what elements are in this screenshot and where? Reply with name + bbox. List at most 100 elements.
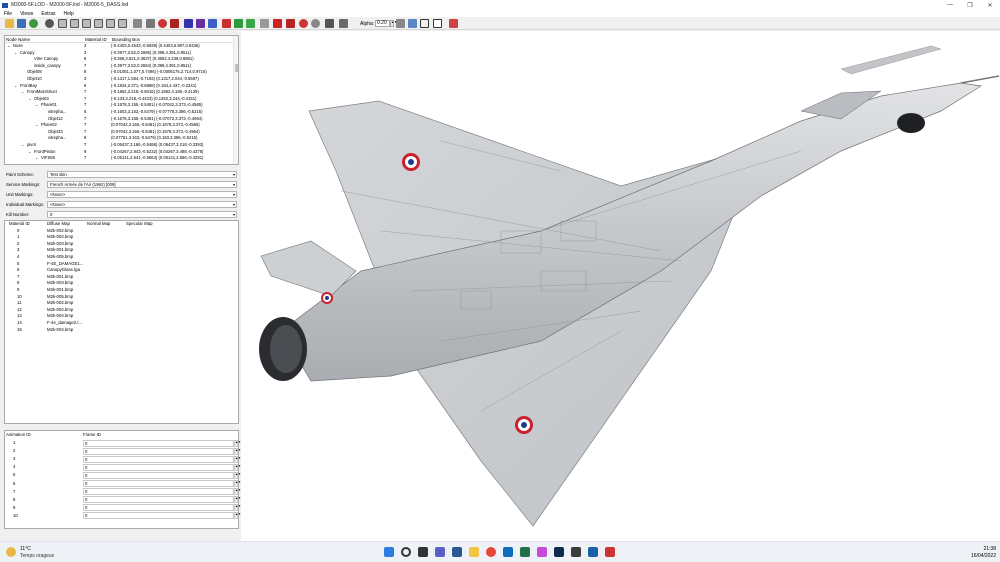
tree-node[interactable]: ⌄ VIFS55 7 (-0.05141,2.641,-0.5664) (0.0514… [5,155,238,162]
cube-left-icon[interactable] [82,19,91,28]
word-icon[interactable] [452,547,462,557]
box-icon[interactable] [433,19,442,28]
tree-node[interactable]: ⌄ Canopy 3 (-0.3977,3.52,0.2685) (0.398,4.3… [5,50,238,57]
tree-node[interactable]: Objet12 7 (-0.1678,3.155,-0.5481) (-0.0707… [5,116,238,123]
frame-id-input[interactable]: 0 [83,439,234,447]
lod-viewer-icon[interactable] [605,547,615,557]
start-icon[interactable] [384,547,394,557]
expand-toggle-icon[interactable]: ⌄ [14,50,17,57]
frame-id-input[interactable]: 0 [83,480,234,488]
clock-date[interactable]: 16/04/2022 [966,553,996,559]
material-row[interactable]: 9 M2k-001.bmp [5,287,238,294]
minimize-button[interactable]: — [940,0,960,10]
frame-id-input[interactable]: 0 [83,455,234,463]
alpha-spinner[interactable]: ▲▼ [390,20,397,27]
material-row[interactable]: 12 M2k-002.bmp [5,307,238,314]
texture-icon[interactable] [29,19,38,28]
frame-id-input[interactable]: 0 [83,471,234,479]
weather-icon[interactable] [6,547,16,557]
frame-id-input[interactable]: 0 [83,504,234,512]
blue-tex-icon[interactable] [208,19,217,28]
expand-toggle-icon[interactable]: ⌄ [35,155,38,162]
frame-id-input[interactable]: 0 [83,447,234,455]
expand-toggle-icon[interactable]: ⌄ [28,149,31,156]
chrome-icon[interactable] [486,547,496,557]
expand-toggle-icon[interactable]: ⌄ [35,102,38,109]
menu-help[interactable]: Help [63,11,73,17]
col-diffuse-map[interactable]: Diffuse Map [47,221,70,228]
tools-icon[interactable] [449,19,458,28]
frame-id-spinner[interactable]: ▲▼ [234,439,241,447]
col-node-name[interactable]: Node Name [5,36,84,42]
alpha-input[interactable]: 0.20 [375,20,390,27]
frame-id-spinner[interactable]: ▲▼ [234,455,241,463]
expand-toggle-icon[interactable]: ⌄ [7,43,10,50]
select-icon[interactable] [396,19,405,28]
teams-icon[interactable] [435,547,445,557]
individual-markings-select[interactable]: <None> ▾ [47,201,237,208]
outlook-icon[interactable] [503,547,513,557]
red-tri-icon[interactable] [286,19,295,28]
frame-id-spinner[interactable]: ▲▼ [234,488,241,496]
material-row[interactable]: 13 M2k-004.bmp [5,313,238,320]
tree-node[interactable]: inside_canopy 7 (-0.3977,3.52,0.2654) (0.3… [5,63,238,70]
tree-node[interactable]: vitrepha... 6 (-0.1603,3.163,-0.5479) (-0.… [5,109,238,116]
material-row[interactable]: 2 M2k-003.bmp [5,241,238,248]
material-row[interactable]: 7 M2k-001.bmp [5,274,238,281]
expand-toggle-icon[interactable]: ⌄ [35,122,38,129]
expand-toggle-icon[interactable]: ⌄ [14,83,17,90]
excel-icon[interactable] [520,547,530,557]
tree-node[interactable]: ⌄ pivot 7 (-0.06437,3.166,-0.5468) (0.06437… [5,142,238,149]
tree-node[interactable]: ⌄ FrontMainStruct 7 (-0.1862,3.218,-0.6015)… [5,89,238,96]
material-row[interactable]: 11 M2k-002.bmp [5,300,238,307]
frame-id-spinner[interactable]: ▲▼ [234,496,241,504]
red-green-icon[interactable] [222,19,231,28]
menu-file[interactable]: File [4,11,12,17]
red-shade-icon[interactable] [158,19,167,28]
cube-bottom-icon[interactable] [118,19,127,28]
frame-id-spinner[interactable]: ▲▼ [234,504,241,512]
solid-icon[interactable] [133,19,142,28]
frame-id-input[interactable]: 0 [83,463,234,471]
tree-node[interactable]: ⌄ Objet03 7 (-0.133,3.218,-0.4423) (0.1352,… [5,96,238,103]
menu-views[interactable]: Views [20,11,33,17]
col-specular-map[interactable]: Specular Map [126,221,153,228]
tree-scrollbar[interactable] [233,36,238,164]
material-row[interactable]: 3 M2k-001.bmp [5,247,238,254]
col-animation-id[interactable]: Animation ID [6,431,31,439]
wire-icon[interactable] [325,19,334,28]
grid-icon[interactable] [260,19,269,28]
material-row[interactable]: 8 M2k-003.bmp [5,280,238,287]
taskview-icon[interactable] [418,547,428,557]
save-icon[interactable] [17,19,26,28]
app-icon[interactable] [571,547,581,557]
frame-id-spinner[interactable]: ▲▼ [234,463,241,471]
tree-node[interactable]: vitrepha... 6 (0.07751,3.163,-0.5479) (0.1… [5,135,238,142]
kill-number-select[interactable]: 0 ▾ [47,211,237,218]
tree-node[interactable]: ⌄ Phare01 7 (-0.1678,3.155,-0.5481) (-0.070… [5,102,238,109]
tree-node[interactable]: ⌄ Nose 3 (-0.4403,0.4543,-0.6938) (0.4403,5… [5,43,238,50]
service-markings-select[interactable]: French Armée de l'Air (1962) [009] ▾ [47,181,237,188]
material-row[interactable]: 6 CanopyGlass.tga [5,267,238,274]
axis-icon[interactable] [420,19,429,28]
green-tex-icon[interactable] [234,19,243,28]
flat-icon[interactable] [146,19,155,28]
frame-id-spinner[interactable]: ▲▼ [234,512,241,520]
material-row[interactable]: 15 M2k-004.bmp [5,327,238,334]
frame-id-input[interactable]: 0 [83,512,234,520]
close-button[interactable]: ✕ [980,0,1000,10]
weather-temp[interactable]: 11°C [20,546,31,552]
material-row[interactable]: 5 F-4E_DAMAGE1... [5,261,238,268]
gray-cube-icon[interactable] [311,19,320,28]
app2-icon[interactable] [588,547,598,557]
purple-shade-icon[interactable] [196,19,205,28]
animation-table[interactable]: Animation ID Frame ID 1 0 ▲▼ 2 0 ▲▼ 3 0 ▲▼ 4 0 ▲▼ 5 0… [4,430,241,529]
expand-toggle-icon[interactable]: ⌄ [21,142,24,149]
paint-scheme-select[interactable]: Test skin ▾ [47,171,237,178]
material-row[interactable]: 14 F-4e_damage2.t... [5,320,238,327]
tree-node[interactable]: ⌄ Phare02 7 (0.07042,3.155,-0.5481) (0.1678… [5,122,238,129]
frame-id-input[interactable]: 0 [83,496,234,504]
scroll-thumb[interactable] [235,64,238,72]
blue-shade-icon[interactable] [184,19,193,28]
clock-time[interactable]: 21:38 [976,546,996,552]
